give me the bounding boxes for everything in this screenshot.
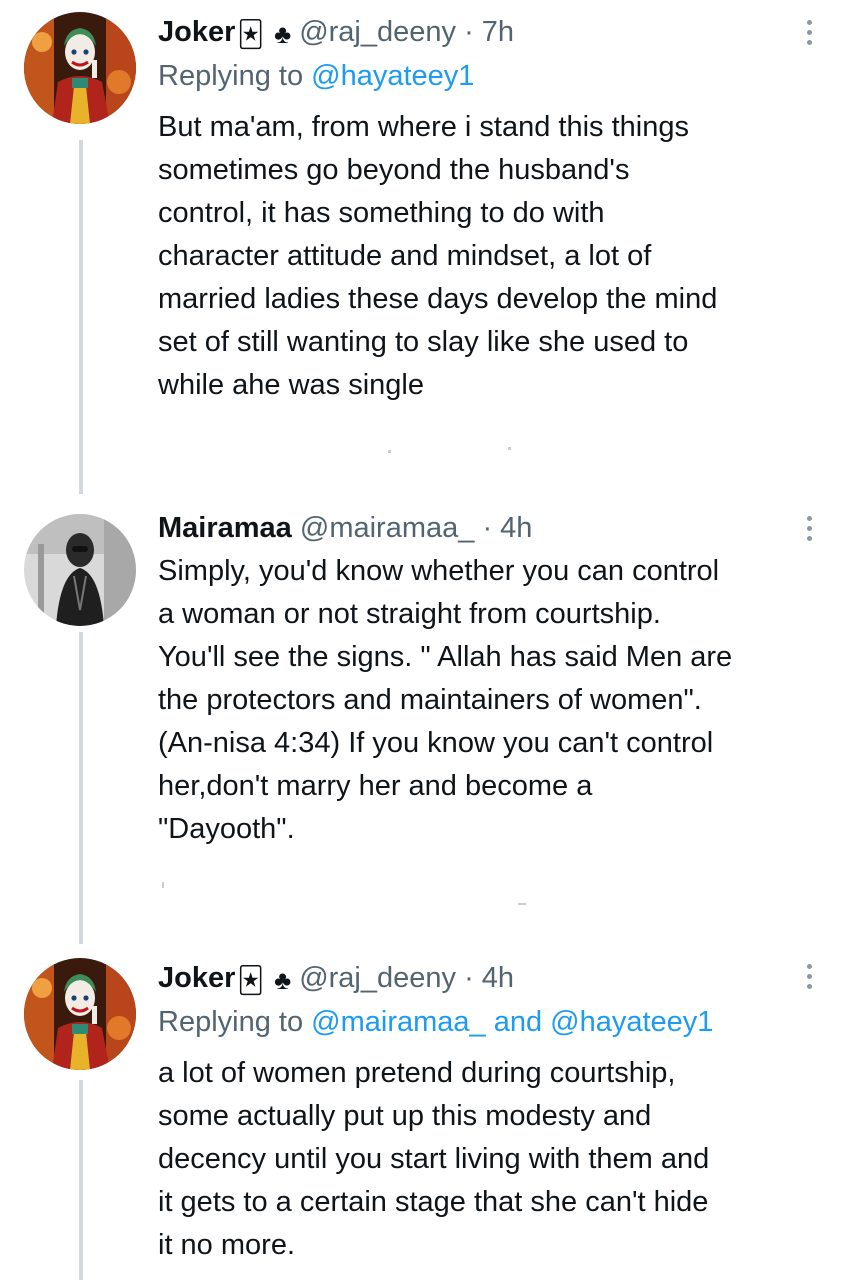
mention-link[interactable]: @hayateey1 xyxy=(550,1006,713,1038)
artifact xyxy=(508,447,511,450)
avatar[interactable] xyxy=(24,958,136,1070)
more-options-icon[interactable] xyxy=(795,12,823,52)
mention-link[interactable]: @mairamaa_ xyxy=(311,1006,486,1038)
club-suit-icon: ♣ xyxy=(274,19,292,49)
more-options-icon[interactable] xyxy=(795,956,823,996)
username[interactable]: @mairamaa_ xyxy=(300,512,475,544)
tweet-text: Simply, you'd know whether you can contr… xyxy=(158,555,733,845)
username[interactable]: @raj_deeny xyxy=(299,962,456,994)
avatar[interactable] xyxy=(24,12,136,124)
tweet-header: Mairamaa @mairamaa_ · 4h xyxy=(158,508,532,548)
joker-emoji-icon: 🃏 xyxy=(237,965,264,995)
mention-link[interactable]: @hayateey1 xyxy=(311,60,474,92)
display-name[interactable]: Mairamaa xyxy=(158,512,292,544)
joker-avatar-icon xyxy=(24,12,136,124)
replying-and[interactable]: and xyxy=(494,1006,542,1038)
replying-to: Replying to @mairamaa_ and @hayateey1 xyxy=(158,1002,713,1042)
thread-line xyxy=(79,632,83,944)
tweet-text: But ma'am, from where i stand this thing… xyxy=(158,111,718,401)
artifact xyxy=(388,450,391,453)
tweet-text: a lot of women pretend during courtship,… xyxy=(158,1057,710,1261)
separator-dot: · xyxy=(482,512,493,544)
timestamp[interactable]: 7h xyxy=(482,16,514,48)
avatar[interactable] xyxy=(24,514,136,626)
timestamp[interactable]: 4h xyxy=(482,962,514,994)
username[interactable]: @raj_deeny xyxy=(299,16,456,48)
replying-to: Replying to @hayateey1 xyxy=(158,56,474,96)
artifact xyxy=(518,903,526,905)
display-name[interactable]: Joker xyxy=(158,16,235,48)
separator-dot: · xyxy=(464,16,474,48)
tweet-header: Joker🃏 ♣ @raj_deeny · 4h xyxy=(158,958,514,998)
thread-line xyxy=(79,140,83,494)
separator-dot: · xyxy=(464,962,474,994)
joker-avatar-icon xyxy=(24,958,136,1070)
replying-prefix: Replying to xyxy=(158,1006,304,1038)
replying-prefix: Replying to xyxy=(158,60,304,92)
more-options-icon[interactable] xyxy=(795,508,823,548)
artifact xyxy=(162,882,164,888)
club-suit-icon: ♣ xyxy=(274,965,292,995)
timestamp[interactable]: 4h xyxy=(500,512,532,544)
tweet-header: Joker🃏 ♣ @raj_deeny · 7h xyxy=(158,12,514,52)
thread-line xyxy=(79,1080,83,1280)
display-name[interactable]: Joker xyxy=(158,962,235,994)
mairamaa-avatar-icon xyxy=(24,514,136,626)
joker-emoji-icon: 🃏 xyxy=(237,19,264,49)
